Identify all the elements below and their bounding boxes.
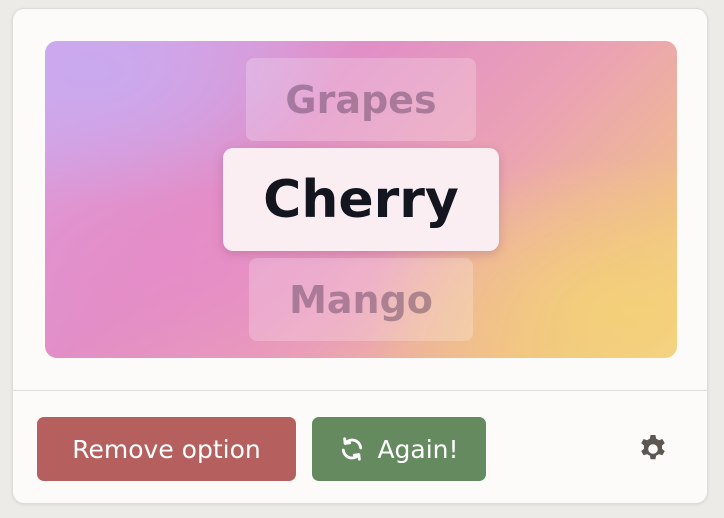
remove-option-label: Remove option <box>72 434 261 464</box>
previous-option: Grapes <box>246 58 476 141</box>
spin-wheel-display: Grapes Cherry Mango <box>45 41 677 358</box>
again-button[interactable]: Again! <box>312 417 486 481</box>
again-label: Again! <box>377 434 459 464</box>
gear-icon[interactable] <box>637 433 669 465</box>
selected-option: Cherry <box>223 148 499 251</box>
remove-option-button[interactable]: Remove option <box>37 417 296 481</box>
next-option: Mango <box>249 258 473 341</box>
picker-card: Grapes Cherry Mango Remove option Again! <box>12 8 708 504</box>
divider <box>13 390 707 391</box>
refresh-icon <box>339 436 365 462</box>
